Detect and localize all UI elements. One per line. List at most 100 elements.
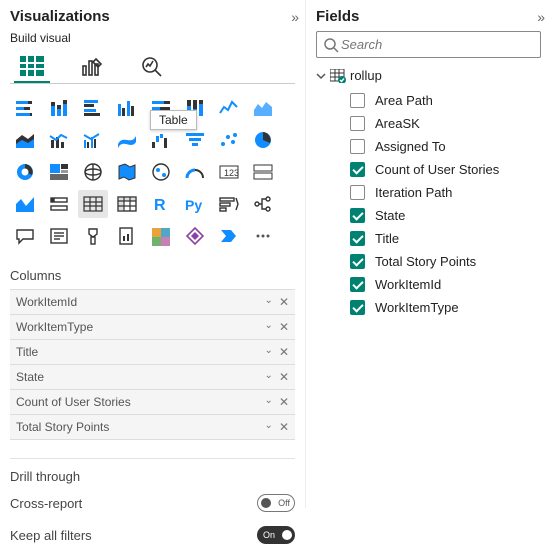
viz-qna-icon[interactable] (10, 222, 40, 250)
viz-100-stacked-bar-icon[interactable] (146, 94, 176, 122)
build-visual-label: Build visual (10, 31, 295, 45)
field-checkbox[interactable] (350, 185, 365, 200)
field-item[interactable]: Count of User Stories (316, 158, 541, 181)
remove-column-icon[interactable]: ✕ (279, 320, 289, 334)
viz-filled-map-icon[interactable] (112, 158, 142, 186)
table-node[interactable]: rollup (316, 68, 541, 83)
chevron-down-icon[interactable]: ⌄ (265, 395, 273, 409)
columns-label: Columns (10, 268, 295, 283)
field-checkbox[interactable] (350, 300, 365, 315)
viz-clustered-column-icon[interactable] (112, 94, 142, 122)
field-item[interactable]: AreaSK (316, 112, 541, 135)
fields-search-input[interactable] (339, 36, 534, 53)
field-item[interactable]: Area Path (316, 89, 541, 112)
viz-line-stacked-column-icon[interactable] (44, 126, 74, 154)
fields-search[interactable] (316, 31, 541, 58)
viz-stacked-column-icon[interactable] (44, 94, 74, 122)
viz-pie-icon[interactable] (248, 126, 278, 154)
field-label: Count of User Stories (375, 162, 499, 177)
field-checkbox[interactable] (350, 139, 365, 154)
viz-goals-icon[interactable] (78, 222, 108, 250)
build-visual-tab[interactable] (14, 51, 50, 83)
viz-gauge-icon[interactable] (180, 158, 210, 186)
viz-power-automate-icon[interactable] (214, 222, 244, 250)
keep-all-filters-toggle[interactable]: On (257, 526, 295, 544)
chevron-down-icon[interactable]: ⌄ (265, 345, 273, 359)
viz-multi-card-icon[interactable] (248, 158, 278, 186)
viz-powerapps-icon[interactable] (180, 222, 210, 250)
viz-table-icon[interactable] (78, 190, 108, 218)
viz-scatter-icon[interactable] (214, 126, 244, 154)
viz-line-icon[interactable] (214, 94, 244, 122)
field-item[interactable]: WorkItemType (316, 296, 541, 319)
field-checkbox[interactable] (350, 254, 365, 269)
field-checkbox[interactable] (350, 231, 365, 246)
table-name: rollup (350, 68, 382, 83)
viz-clustered-bar-icon[interactable] (78, 94, 108, 122)
viz-more-icon[interactable] (248, 222, 278, 250)
column-item[interactable]: Total Story Points⌄ ✕ (10, 415, 295, 440)
field-checkbox[interactable] (350, 208, 365, 223)
viz-card-icon[interactable]: 123 (214, 158, 244, 186)
remove-column-icon[interactable]: ✕ (279, 420, 289, 434)
viz-kpi-icon[interactable] (10, 190, 40, 218)
cross-report-toggle[interactable]: Off (257, 494, 295, 512)
chevron-down-icon[interactable]: ⌄ (265, 370, 273, 384)
viz-shape-map-icon[interactable] (146, 158, 176, 186)
format-visual-tab[interactable] (74, 51, 110, 83)
field-checkbox[interactable] (350, 162, 365, 177)
column-item[interactable]: State⌄✕ (10, 365, 295, 390)
remove-column-icon[interactable]: ✕ (279, 395, 289, 409)
viz-slicer-icon[interactable] (44, 190, 74, 218)
viz-stacked-bar-icon[interactable] (10, 94, 40, 122)
viz-key-influencers-icon[interactable] (214, 190, 244, 218)
column-item[interactable]: WorkItemId⌄✕ (10, 290, 295, 315)
field-label: Area Path (375, 93, 433, 108)
viz-arcgis-icon[interactable] (146, 222, 176, 250)
viz-waterfall-icon[interactable] (146, 126, 176, 154)
viz-line-clustered-column-icon[interactable] (78, 126, 108, 154)
remove-column-icon[interactable]: ✕ (279, 370, 289, 384)
field-item[interactable]: Assigned To (316, 135, 541, 158)
chevron-down-icon[interactable]: ⌄ (265, 295, 273, 309)
field-checkbox[interactable] (350, 116, 365, 131)
collapse-fields-icon[interactable]: » (537, 9, 541, 25)
column-item[interactable]: Title⌄✕ (10, 340, 295, 365)
viz-100-stacked-column-icon[interactable] (180, 94, 210, 122)
collapse-visualizations-icon[interactable]: » (291, 9, 295, 25)
viz-stacked-area-icon[interactable] (10, 126, 40, 154)
field-item[interactable]: Total Story Points (316, 250, 541, 273)
viz-matrix-icon[interactable] (112, 190, 142, 218)
viz-python-visual-icon[interactable]: Py (180, 190, 210, 218)
field-item[interactable]: Iteration Path (316, 181, 541, 204)
viz-funnel-icon[interactable] (180, 126, 210, 154)
viz-ribbon-icon[interactable] (112, 126, 142, 154)
fields-list: Area Path AreaSK Assigned To Count of Us… (316, 89, 541, 319)
columns-well[interactable]: WorkItemId⌄✕ WorkItemType⌄✕ Title⌄✕ Stat… (10, 289, 295, 440)
field-label: Total Story Points (375, 254, 476, 269)
visualizations-pane: Visualizations » Build visual (0, 0, 306, 508)
viz-decomposition-tree-icon[interactable] (248, 190, 278, 218)
chevron-down-icon[interactable]: ⌄ (265, 320, 273, 334)
field-item[interactable]: Title (316, 227, 541, 250)
viz-donut-icon[interactable] (10, 158, 40, 186)
column-item[interactable]: WorkItemType⌄✕ (10, 315, 295, 340)
table-icon (330, 69, 346, 83)
chevron-down-icon[interactable]: ⌄ (265, 420, 273, 434)
viz-treemap-icon[interactable] (44, 158, 74, 186)
viz-paginated-report-icon[interactable] (112, 222, 142, 250)
viz-smart-narrative-icon[interactable] (44, 222, 74, 250)
field-item[interactable]: State (316, 204, 541, 227)
remove-column-icon[interactable]: ✕ (279, 295, 289, 309)
viz-r-visual-icon[interactable]: R (146, 190, 176, 218)
field-checkbox[interactable] (350, 277, 365, 292)
analytics-tab[interactable] (134, 51, 170, 83)
column-name: Total Story Points (16, 420, 265, 434)
viz-area-icon[interactable] (248, 94, 278, 122)
field-item[interactable]: WorkItemId (316, 273, 541, 296)
fields-pane: Fields » rollup Area Path AreaSK Assigne… (306, 0, 551, 508)
viz-map-icon[interactable] (78, 158, 108, 186)
column-item[interactable]: Count of User Stories⌄✕ (10, 390, 295, 415)
field-checkbox[interactable] (350, 93, 365, 108)
remove-column-icon[interactable]: ✕ (279, 345, 289, 359)
